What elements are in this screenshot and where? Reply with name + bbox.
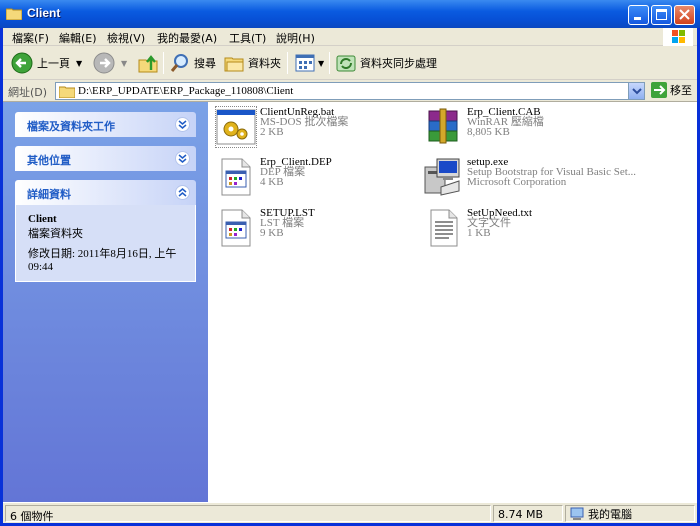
up-folder-icon bbox=[138, 55, 158, 73]
file-type: LST 檔案 bbox=[260, 217, 305, 229]
setup-exe-icon bbox=[424, 158, 460, 196]
status-bar: 6 個物件 8.74 MB 我的電腦 bbox=[3, 502, 697, 523]
window-title: Client bbox=[27, 6, 61, 20]
details-body: Client 檔案資料夾 修改日期: 2011年8月16日, 上午 09:44 bbox=[15, 205, 196, 282]
file-size: 9 KB bbox=[260, 227, 284, 239]
menu-tools[interactable]: 工具(T) bbox=[229, 30, 266, 46]
status-location-label: 我的電腦 bbox=[588, 507, 632, 521]
generic-file-icon bbox=[221, 209, 251, 247]
details-modified: 修改日期: 2011年8月16日, 上午 09:44 bbox=[28, 248, 177, 273]
address-bar: 網址(D) D:\ERP_UPDATE\ERP_Package_110808\C… bbox=[3, 80, 697, 102]
toolbar-separator bbox=[329, 52, 330, 74]
close-button[interactable] bbox=[674, 5, 695, 25]
file-folder-tasks-title: 檔案及資料夾工作 bbox=[27, 120, 115, 133]
folders-icon bbox=[224, 57, 244, 72]
search-icon bbox=[170, 54, 188, 72]
folder-sync-button[interactable]: 資料夾同步處理 bbox=[335, 50, 437, 76]
file-folder-tasks-header[interactable]: 檔案及資料夾工作 bbox=[15, 112, 196, 137]
details-type: 檔案資料夾 bbox=[28, 228, 83, 240]
file-size: 1 KB bbox=[467, 227, 491, 239]
forward-arrow-icon bbox=[93, 52, 115, 74]
details-title: 詳細資料 bbox=[27, 188, 71, 201]
back-dropdown-icon[interactable]: ▼ bbox=[76, 59, 82, 68]
details-name: Client bbox=[28, 213, 57, 225]
menu-edit[interactable]: 編輯(E) bbox=[59, 30, 97, 46]
address-label: 網址(D) bbox=[8, 86, 48, 99]
go-button[interactable]: 移至 bbox=[651, 82, 692, 98]
explorer-window: Client 檔案(F) 編輯(E) 檢視(V) 我的最愛(A) 工具(T) 說… bbox=[0, 0, 700, 526]
menu-favorites[interactable]: 我的最愛(A) bbox=[157, 30, 217, 46]
menu-help[interactable]: 說明(H) bbox=[276, 30, 315, 46]
chevron-down-icon[interactable] bbox=[175, 151, 190, 166]
menu-view[interactable]: 檢視(V) bbox=[107, 30, 145, 46]
toolbar-separator bbox=[287, 52, 288, 74]
search-label: 搜尋 bbox=[194, 57, 216, 70]
search-button[interactable]: 搜尋 bbox=[169, 50, 216, 76]
task-pane: 檔案及資料夾工作 其他位置 詳細資料 Client 檔案資料夾 修改日期: 20… bbox=[3, 102, 208, 502]
address-input[interactable]: D:\ERP_UPDATE\ERP_Package_110808\Client bbox=[55, 82, 645, 100]
file-folder-tasks-panel: 檔案及資料夾工作 bbox=[15, 112, 196, 137]
folders-label: 資料夾 bbox=[248, 57, 281, 70]
my-computer-icon bbox=[570, 507, 584, 520]
text-file-icon bbox=[430, 209, 458, 247]
go-label: 移至 bbox=[670, 84, 692, 97]
views-dropdown-icon[interactable]: ▼ bbox=[318, 59, 324, 68]
folder-sync-label: 資料夾同步處理 bbox=[360, 57, 437, 70]
file-publisher: Microsoft Corporation bbox=[467, 176, 567, 188]
go-arrow-icon bbox=[651, 82, 667, 98]
windows-flag-icon bbox=[672, 30, 685, 43]
menu-bar: 檔案(F) 編輯(E) 檢視(V) 我的最愛(A) 工具(T) 說明(H) bbox=[3, 28, 697, 46]
windows-logo bbox=[663, 28, 693, 46]
file-list: ClientUnReg.bat MS-DOS 批次檔案 2 KB Erp_Cli… bbox=[208, 102, 697, 502]
batch-file-icon bbox=[215, 106, 257, 148]
winrar-archive-icon bbox=[428, 108, 458, 144]
file-size: 2 KB bbox=[260, 126, 284, 138]
minimize-button[interactable] bbox=[628, 5, 649, 25]
back-label: 上一頁 bbox=[37, 57, 70, 70]
forward-dropdown-icon[interactable]: ▼ bbox=[121, 59, 127, 68]
file-size: 8,805 KB bbox=[467, 126, 510, 138]
up-folder-button[interactable] bbox=[137, 50, 159, 76]
back-arrow-icon bbox=[11, 52, 33, 74]
details-header[interactable]: 詳細資料 bbox=[15, 180, 196, 205]
chevron-down-icon bbox=[632, 88, 642, 95]
file-type: DEP 檔案 bbox=[260, 166, 306, 178]
back-button[interactable]: 上一頁 ▼ bbox=[11, 50, 82, 76]
views-icon bbox=[295, 54, 315, 72]
forward-button[interactable]: ▼ bbox=[93, 50, 127, 76]
details-panel: 詳細資料 Client 檔案資料夾 修改日期: 2011年8月16日, 上午 0… bbox=[15, 180, 196, 282]
file-type: 文字文件 bbox=[467, 217, 511, 229]
folder-icon bbox=[59, 86, 75, 98]
file-size: 4 KB bbox=[260, 176, 284, 188]
maximize-button[interactable] bbox=[651, 5, 672, 25]
menu-file[interactable]: 檔案(F) bbox=[12, 30, 49, 46]
file-type: MS-DOS 批次檔案 bbox=[260, 116, 349, 128]
status-location: 我的電腦 bbox=[565, 505, 695, 522]
address-value: D:\ERP_UPDATE\ERP_Package_110808\Client bbox=[78, 85, 294, 97]
chevron-up-icon[interactable] bbox=[175, 185, 190, 200]
chevron-down-icon[interactable] bbox=[175, 117, 190, 132]
status-object-count: 6 個物件 bbox=[5, 505, 491, 523]
toolbar: 上一頁 ▼ ▼ 搜尋 資料夾 ▼ 資料夾同步處理 bbox=[3, 46, 697, 80]
status-total-size: 8.74 MB bbox=[493, 505, 563, 522]
address-dropdown-button[interactable] bbox=[628, 83, 644, 99]
folder-sync-icon bbox=[336, 55, 356, 72]
title-bar[interactable]: Client bbox=[0, 0, 700, 28]
other-places-panel: 其他位置 bbox=[15, 146, 196, 171]
maximize-icon bbox=[656, 9, 667, 20]
toolbar-separator bbox=[163, 52, 164, 74]
generic-file-icon bbox=[221, 158, 251, 196]
folder-icon bbox=[6, 8, 22, 20]
other-places-title: 其他位置 bbox=[27, 154, 71, 167]
close-icon bbox=[679, 9, 690, 20]
views-button[interactable]: ▼ bbox=[294, 50, 324, 76]
minimize-icon bbox=[634, 17, 641, 20]
other-places-header[interactable]: 其他位置 bbox=[15, 146, 196, 171]
folders-button[interactable]: 資料夾 bbox=[223, 50, 281, 76]
